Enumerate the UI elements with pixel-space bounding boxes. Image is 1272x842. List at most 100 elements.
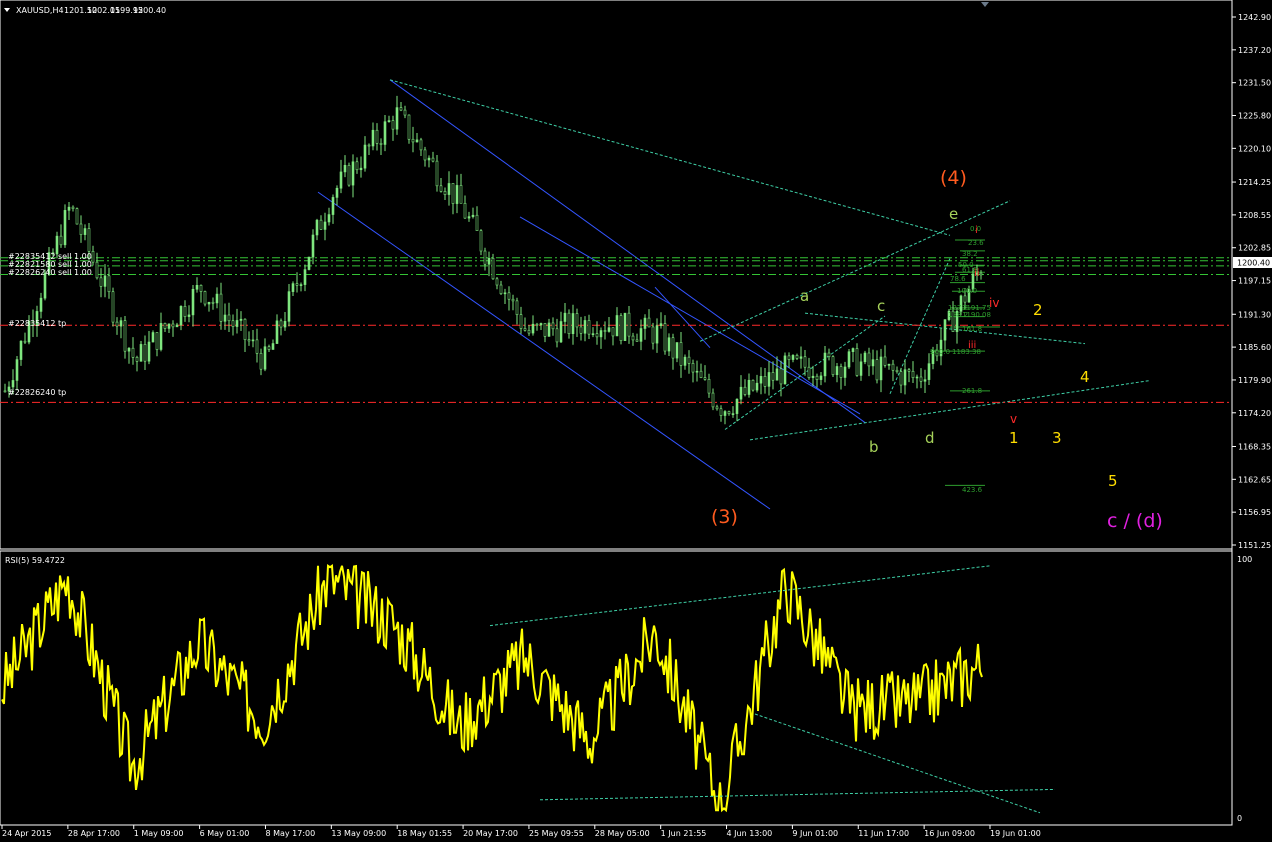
candle-body bbox=[775, 368, 779, 381]
candle-body bbox=[907, 369, 911, 372]
candle-body bbox=[819, 375, 823, 380]
candle-body bbox=[475, 214, 479, 231]
candle-body bbox=[519, 314, 523, 329]
wave-label-ii: ii bbox=[974, 268, 980, 279]
tp-label-1[interactable]: #22835412 tp bbox=[8, 319, 66, 328]
candle-body bbox=[547, 322, 551, 337]
candle-body bbox=[811, 375, 815, 378]
candle-body bbox=[867, 352, 871, 367]
candle-body bbox=[735, 398, 739, 414]
candle-body bbox=[67, 206, 71, 211]
wave-label-3: (3) bbox=[711, 506, 738, 528]
price-tick-label: 1197.15 bbox=[1238, 277, 1271, 286]
time-tick-label: 18 May 01:55 bbox=[397, 829, 452, 838]
candle-body bbox=[531, 323, 535, 334]
candle-body bbox=[675, 342, 679, 359]
price-tick-label: 1174.20 bbox=[1238, 409, 1271, 418]
candle-body bbox=[563, 312, 567, 322]
candle-body bbox=[891, 363, 895, 371]
candle-body bbox=[751, 379, 755, 391]
candle-body bbox=[783, 355, 787, 385]
candle-body bbox=[91, 251, 95, 263]
candle-body bbox=[691, 363, 695, 373]
price-tick-label: 1185.60 bbox=[1238, 343, 1271, 352]
candle-body bbox=[523, 328, 527, 331]
candle-body bbox=[123, 320, 127, 352]
candle-body bbox=[255, 339, 259, 354]
candle-body bbox=[539, 323, 543, 326]
candle-body bbox=[655, 325, 659, 344]
price-tick-label: 1208.55 bbox=[1238, 211, 1271, 220]
candle-body bbox=[79, 223, 83, 235]
candle-body bbox=[571, 313, 575, 335]
candle-body bbox=[147, 341, 151, 362]
candle-body bbox=[779, 368, 783, 385]
candle-body bbox=[219, 293, 223, 322]
candle-body bbox=[887, 363, 891, 366]
candle-body bbox=[11, 380, 15, 388]
candle-body bbox=[243, 318, 247, 340]
candle-body bbox=[843, 366, 847, 378]
candle-body bbox=[499, 284, 503, 294]
candle-body bbox=[275, 320, 279, 344]
candle-body bbox=[895, 369, 899, 372]
candle-body bbox=[151, 332, 155, 343]
candle-body bbox=[343, 164, 347, 173]
price-scale: 1242.90 1237.20 1231.50 1225.80 1220.10 1214.… bbox=[1231, 0, 1271, 825]
candle-body bbox=[383, 121, 387, 145]
candle-body bbox=[679, 342, 683, 366]
order-label-3[interactable]: #22826240 sell 1.00 bbox=[8, 268, 92, 277]
candle-body bbox=[439, 185, 443, 192]
shift-marker-icon[interactable] bbox=[981, 2, 989, 7]
time-tick-label: 28 Apr 17:00 bbox=[68, 829, 120, 838]
candle-body bbox=[311, 234, 315, 258]
candle-body bbox=[587, 320, 591, 335]
candle-body bbox=[63, 210, 67, 246]
candle-body bbox=[599, 330, 603, 338]
time-tick-label: 9 Jun 01:00 bbox=[792, 829, 838, 838]
wave-label-i: i bbox=[975, 225, 978, 236]
candle-body bbox=[227, 314, 231, 322]
candle-body bbox=[423, 149, 427, 161]
candle-body bbox=[419, 139, 423, 151]
candle-body bbox=[771, 372, 775, 381]
rsi-series-line bbox=[1, 563, 983, 813]
candle-body bbox=[99, 277, 103, 287]
rsi-scale-bottom: 0 bbox=[1237, 814, 1242, 823]
candle-body bbox=[83, 228, 87, 235]
wave-label-y2: 2 bbox=[1033, 301, 1043, 319]
fib-price-3: 1183.38 bbox=[952, 348, 981, 356]
candle-body bbox=[271, 343, 275, 350]
price-tick-label: 1168.35 bbox=[1238, 442, 1271, 451]
candle-body bbox=[95, 261, 99, 279]
channel-lines[interactable] bbox=[317, 79, 1151, 510]
candle-body bbox=[399, 107, 403, 111]
candle-body bbox=[623, 312, 627, 341]
chart-canvas[interactable]: 1242.90 1237.20 1231.50 1225.80 1220.10 1214.… bbox=[0, 0, 1272, 842]
candle-body bbox=[19, 340, 23, 360]
candle-body bbox=[559, 321, 563, 343]
candle-body bbox=[307, 256, 311, 270]
candle-body bbox=[375, 129, 379, 144]
time-axis: 24 Apr 2015 28 Apr 17:00 1 May 09:00 6 May … bbox=[1, 825, 1041, 838]
tp-label-2[interactable]: #22826240 tp bbox=[8, 388, 66, 397]
candle-body bbox=[963, 295, 967, 303]
candle-body bbox=[831, 356, 835, 376]
wave-label-c: c bbox=[877, 297, 885, 315]
fib-label-423: 423.6 bbox=[962, 486, 983, 494]
candle-body bbox=[479, 230, 483, 252]
price-tick-label: 1242.90 bbox=[1238, 13, 1271, 22]
wave-label-e: e bbox=[949, 205, 958, 223]
candle-body bbox=[487, 257, 491, 265]
fib-label-161: 161.8 bbox=[962, 325, 982, 333]
candle-body bbox=[759, 376, 763, 384]
candle-body bbox=[291, 283, 295, 292]
candle-body bbox=[355, 161, 359, 171]
candle-body bbox=[723, 411, 727, 416]
price-tick-label: 1179.90 bbox=[1238, 376, 1271, 385]
candle-body bbox=[591, 333, 595, 335]
candle-body bbox=[635, 339, 639, 342]
chart-menu-icon[interactable] bbox=[4, 8, 10, 12]
candle-body bbox=[199, 285, 203, 292]
candle-body bbox=[359, 167, 363, 171]
